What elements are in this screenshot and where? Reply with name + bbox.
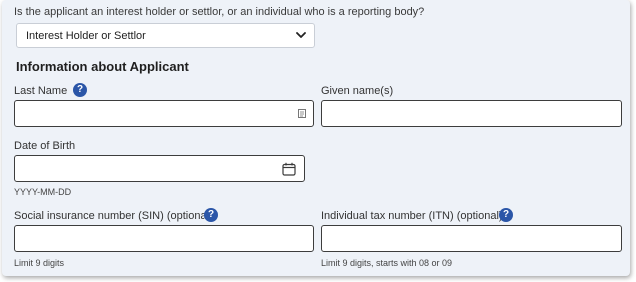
given-names-label: Given name(s) [321, 85, 394, 97]
applicant-type-select-value: Interest Holder or Settlor [26, 30, 146, 42]
sin-hint: Limit 9 digits [14, 258, 65, 268]
last-name-label: Last Name [14, 85, 68, 97]
sin-label: Social insurance number (SIN) (optional) [14, 210, 213, 222]
applicant-type-select[interactable]: Interest Holder or Settlor [16, 23, 315, 48]
contact-card-icon [298, 109, 306, 118]
applicant-type-question: Is the applicant an interest holder or s… [14, 6, 425, 18]
section-title: Information about Applicant [16, 59, 189, 74]
date-of-birth-label: Date of Birth [14, 140, 76, 152]
applicant-form-panel: Is the applicant an interest holder or s… [2, 0, 630, 276]
question-circle-icon[interactable]: ? [73, 83, 87, 97]
last-name-input[interactable] [14, 100, 314, 127]
chevron-down-icon [296, 32, 306, 38]
sin-input[interactable] [14, 225, 314, 252]
date-of-birth-hint: YYYY-MM-DD [14, 187, 72, 197]
question-circle-icon[interactable]: ? [204, 208, 218, 222]
question-circle-icon[interactable]: ? [499, 208, 513, 222]
calendar-icon[interactable] [282, 162, 296, 176]
date-of-birth-input[interactable] [14, 155, 305, 182]
itn-hint: Limit 9 digits, starts with 08 or 09 [321, 258, 453, 268]
itn-input[interactable] [321, 225, 622, 252]
given-names-input[interactable] [321, 100, 622, 127]
itn-label: Individual tax number (ITN) (optional) [321, 210, 503, 222]
